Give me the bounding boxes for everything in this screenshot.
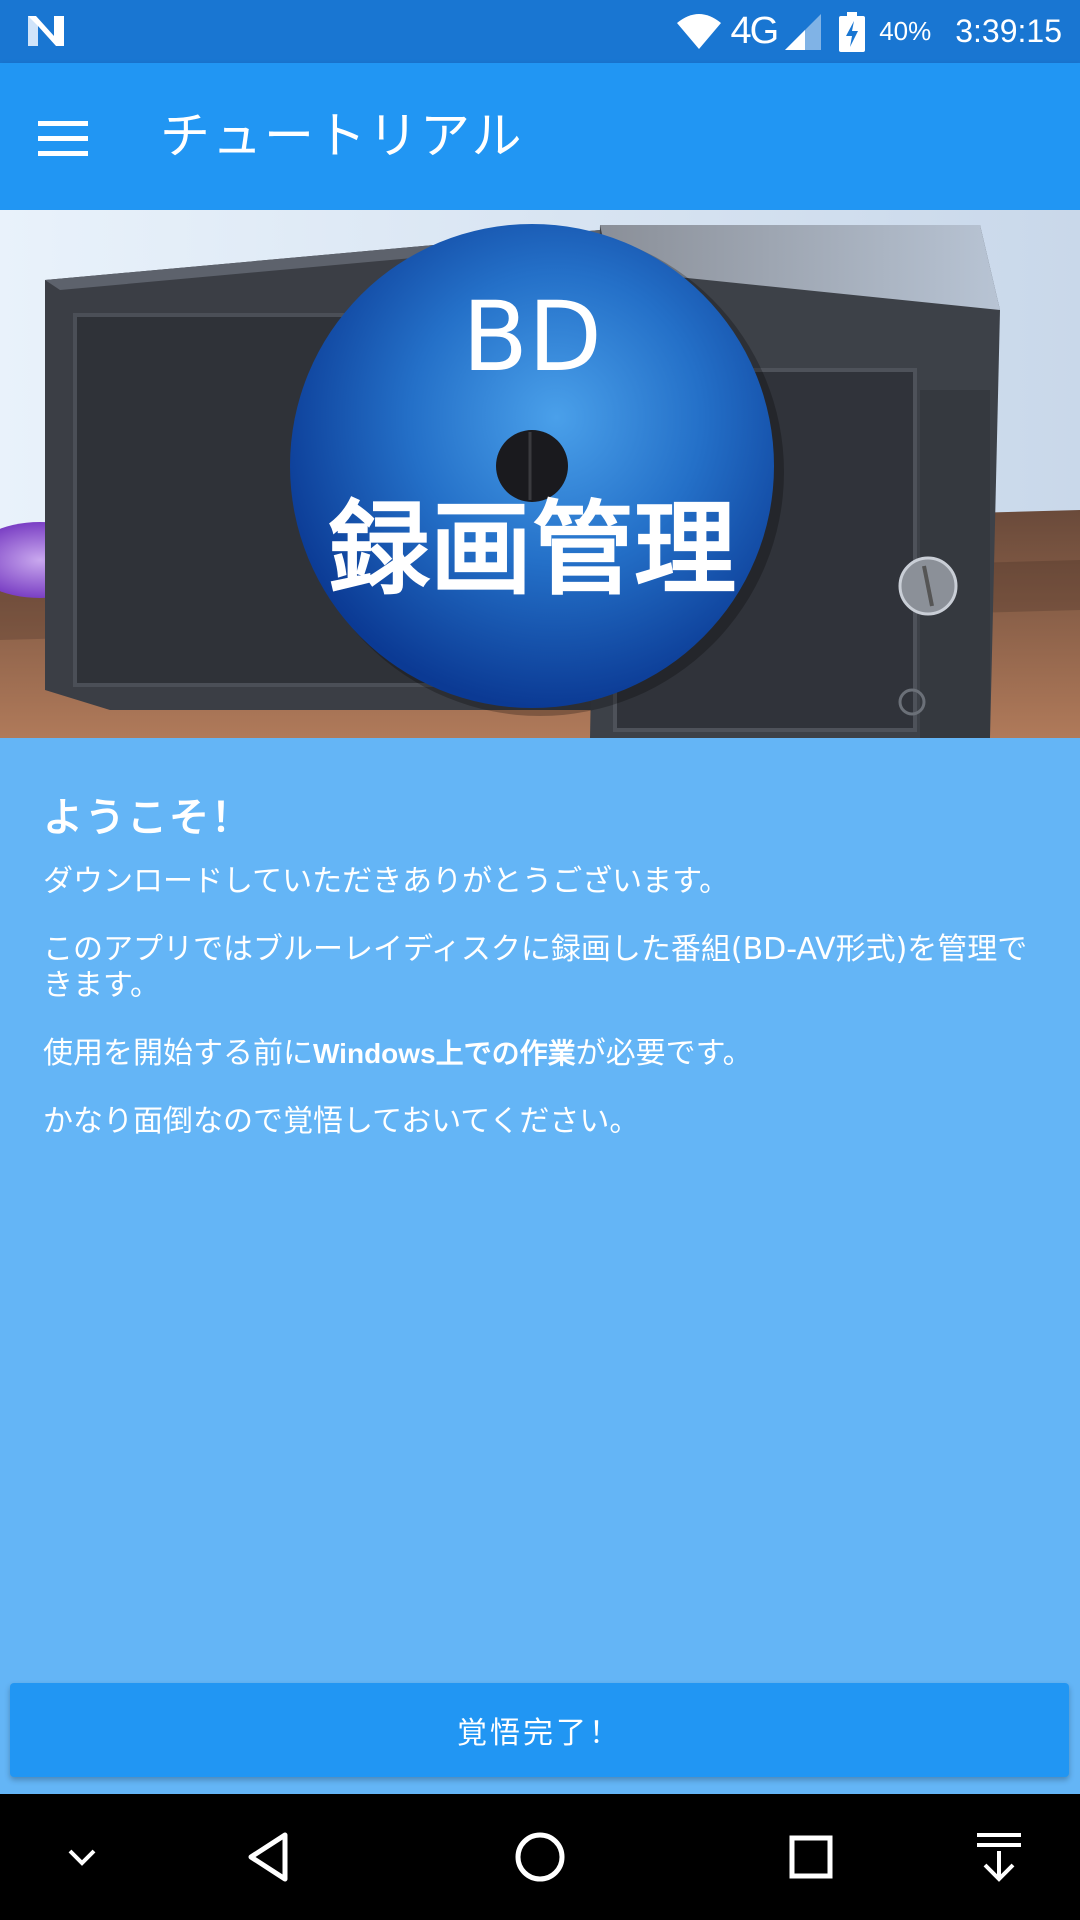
back-icon[interactable] xyxy=(234,1824,304,1890)
navigation-bar xyxy=(0,1794,1080,1920)
disc-text-title: 録画管理 xyxy=(328,491,736,610)
setup-requirement-text: 使用を開始する前にWindows上での作業が必要です。 xyxy=(43,1036,1043,1072)
page-title: チュートリアル xyxy=(160,107,524,165)
setup-text-start: 使用を開始する前に xyxy=(43,1036,313,1071)
chevron-down-icon[interactable] xyxy=(47,1824,117,1890)
complete-button[interactable]: 覚悟完了！ xyxy=(10,1683,1069,1777)
battery-percent: 40% xyxy=(879,16,932,46)
network-type: 4G xyxy=(730,10,779,52)
hamburger-menu-icon[interactable] xyxy=(30,105,96,171)
n-logo-icon xyxy=(28,16,64,46)
battery-charging-icon xyxy=(839,11,866,52)
disc-text-bd: BD xyxy=(462,281,602,393)
wifi-icon xyxy=(677,13,722,49)
hero-banner: BD 録画管理 xyxy=(0,210,1080,738)
setup-text-bold: Windows上での作業 xyxy=(313,1038,576,1069)
warning-text: かなり面倒なので覚悟しておいてください。 xyxy=(43,1104,640,1139)
app-description-text: このアプリではブルーレイディスクに録画した番組(BD-AV形式)を管理できます。 xyxy=(43,932,1028,1003)
setup-text-end: が必要です。 xyxy=(575,1036,753,1071)
tutorial-content: ようこそ！ ダウンロードしていただきありがとうございます。 このアプリではブルー… xyxy=(43,790,1043,1172)
thanks-text: ダウンロードしていただきありがとうございます。 xyxy=(43,864,730,899)
home-icon[interactable] xyxy=(505,1824,575,1890)
clock: 3:39:15 xyxy=(955,13,1062,49)
status-bar: 4G 40% 3:39:15 xyxy=(0,0,1080,63)
recents-icon[interactable] xyxy=(776,1824,846,1890)
app-bar: チュートリアル xyxy=(0,63,1080,210)
signal-icon xyxy=(785,13,822,50)
download-icon[interactable] xyxy=(964,1824,1034,1890)
hero-illustration: BD 録画管理 xyxy=(0,210,1080,738)
welcome-heading: ようこそ！ xyxy=(43,795,253,841)
